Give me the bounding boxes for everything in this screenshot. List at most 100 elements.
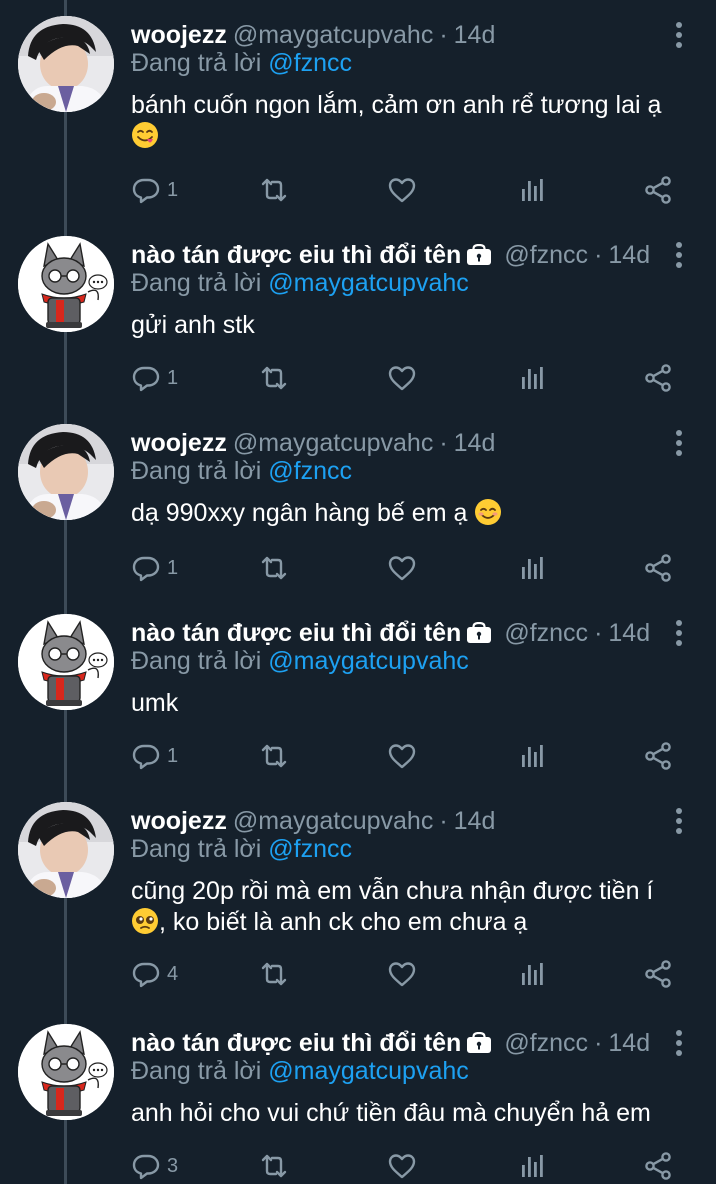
analytics-button[interactable]	[517, 360, 547, 396]
retweet-button[interactable]	[259, 1148, 289, 1184]
more-options-icon[interactable]	[666, 22, 692, 48]
heart-icon	[387, 741, 417, 771]
more-options-icon[interactable]	[666, 808, 692, 834]
reply-button[interactable]: 3	[131, 1148, 178, 1184]
analytics-button[interactable]	[517, 1148, 547, 1184]
more-options-icon[interactable]	[666, 242, 692, 268]
replying-to-mention[interactable]: @fzncc	[268, 835, 352, 863]
tweet-actions: 1	[131, 738, 691, 774]
tweet-actions: 1	[131, 360, 691, 396]
speech-bubble-icon	[131, 553, 161, 583]
like-button[interactable]	[387, 360, 417, 396]
replying-to-mention[interactable]: @maygatcupvahc	[268, 269, 468, 297]
user-handle[interactable]: @fzncc	[504, 1029, 588, 1058]
retweet-button[interactable]	[259, 956, 289, 992]
tweet-actions: 4	[131, 956, 691, 992]
more-options-icon[interactable]	[666, 620, 692, 646]
tweet[interactable]: nào tán được eiu thì đổi tên @fzncc · 14…	[0, 236, 716, 416]
avatar[interactable]	[18, 614, 114, 710]
avatar[interactable]	[18, 424, 114, 520]
avatar[interactable]	[18, 16, 114, 112]
user-handle[interactable]: @maygatcupvahc	[233, 21, 433, 50]
like-button[interactable]	[387, 956, 417, 992]
timestamp[interactable]: 14d	[608, 1029, 650, 1058]
display-name[interactable]: nào tán được eiu thì đổi tên	[131, 241, 461, 270]
tweet-text: gửi anh stk	[131, 310, 691, 341]
share-button[interactable]	[643, 172, 673, 208]
heart-icon	[387, 1151, 417, 1181]
tweet[interactable]: nào tán được eiu thì đổi tên @fzncc · 14…	[0, 614, 716, 794]
tweet-text: cũng 20p rồi mà em vẫn chưa nhận được ti…	[131, 876, 691, 938]
replying-to-mention[interactable]: @fzncc	[268, 457, 352, 485]
reply-button[interactable]: 1	[131, 550, 178, 586]
user-handle[interactable]: @maygatcupvahc	[233, 429, 433, 458]
like-button[interactable]	[387, 738, 417, 774]
avatar[interactable]	[18, 1024, 114, 1120]
share-button[interactable]	[643, 1148, 673, 1184]
speech-bubble-icon	[131, 741, 161, 771]
analytics-button[interactable]	[517, 738, 547, 774]
bar-chart-icon	[517, 959, 547, 989]
like-button[interactable]	[387, 550, 417, 586]
tweet[interactable]: woojezz @maygatcupvahc · 14d Đang trả lờ…	[0, 802, 716, 1002]
user-handle[interactable]: @maygatcupvahc	[233, 807, 433, 836]
more-options-icon[interactable]	[666, 1030, 692, 1056]
reply-button[interactable]: 4	[131, 956, 178, 992]
replying-to-mention[interactable]: @maygatcupvahc	[268, 647, 468, 675]
replying-to-label: Đang trả lời	[131, 835, 262, 863]
retweet-button[interactable]	[259, 550, 289, 586]
share-button[interactable]	[643, 360, 673, 396]
share-button[interactable]	[643, 738, 673, 774]
retweet-icon	[259, 741, 289, 771]
timestamp[interactable]: 14d	[454, 429, 496, 458]
share-button[interactable]	[643, 550, 673, 586]
replying-to-label: Đang trả lời	[131, 647, 262, 675]
speech-bubble-icon	[131, 175, 161, 205]
like-button[interactable]	[387, 1148, 417, 1184]
analytics-button[interactable]	[517, 956, 547, 992]
share-icon	[643, 959, 673, 989]
timestamp[interactable]: 14d	[454, 807, 496, 836]
display-name[interactable]: nào tán được eiu thì đổi tên	[131, 1029, 461, 1058]
replying-to-mention[interactable]: @maygatcupvahc	[268, 1057, 468, 1085]
separator-dot: ·	[594, 618, 603, 647]
timestamp[interactable]: 14d	[454, 21, 496, 50]
tweet[interactable]: woojezz @maygatcupvahc · 14d Đang trả lờ…	[0, 16, 716, 216]
tweet-text-content: dạ 990xxy ngân hàng bế em ạ	[131, 499, 468, 527]
timestamp[interactable]: 14d	[608, 619, 650, 648]
reply-button[interactable]: 1	[131, 360, 178, 396]
display-name[interactable]: woojezz	[131, 429, 227, 458]
replying-to-mention[interactable]: @fzncc	[268, 49, 352, 77]
analytics-button[interactable]	[517, 172, 547, 208]
reply-count: 3	[167, 1154, 179, 1177]
heart-icon	[387, 363, 417, 393]
reply-button[interactable]: 1	[131, 172, 178, 208]
reply-button[interactable]: 1	[131, 738, 178, 774]
share-button[interactable]	[643, 956, 673, 992]
reply-count: 1	[167, 366, 179, 389]
tweet[interactable]: woojezz @maygatcupvahc · 14d Đang trả lờ…	[0, 424, 716, 604]
display-name[interactable]: woojezz	[131, 21, 227, 50]
replying-to: Đang trả lời @maygatcupvahc	[131, 1057, 469, 1086]
retweet-button[interactable]	[259, 738, 289, 774]
retweet-button[interactable]	[259, 172, 289, 208]
display-name[interactable]: woojezz	[131, 807, 227, 836]
face-savoring-food-emoji-icon	[131, 121, 159, 149]
avatar[interactable]	[18, 802, 114, 898]
tweet-text-content: anh hỏi cho vui chứ tiền đâu mà chuyển h…	[131, 1099, 651, 1127]
tweet[interactable]: nào tán được eiu thì đổi tên @fzncc · 14…	[0, 1024, 716, 1184]
replying-to: Đang trả lời @fzncc	[131, 835, 352, 864]
timestamp[interactable]: 14d	[608, 241, 650, 270]
tweet-text: anh hỏi cho vui chứ tiền đâu mà chuyển h…	[131, 1098, 691, 1129]
retweet-button[interactable]	[259, 360, 289, 396]
analytics-button[interactable]	[517, 550, 547, 586]
pleading-face-emoji-icon	[131, 907, 159, 935]
avatar[interactable]	[18, 236, 114, 332]
user-handle[interactable]: @fzncc	[504, 619, 588, 648]
more-options-icon[interactable]	[666, 430, 692, 456]
reply-count: 1	[167, 556, 179, 579]
user-handle[interactable]: @fzncc	[504, 241, 588, 270]
like-button[interactable]	[387, 172, 417, 208]
display-name[interactable]: nào tán được eiu thì đổi tên	[131, 619, 461, 648]
replying-to-label: Đang trả lời	[131, 49, 262, 77]
